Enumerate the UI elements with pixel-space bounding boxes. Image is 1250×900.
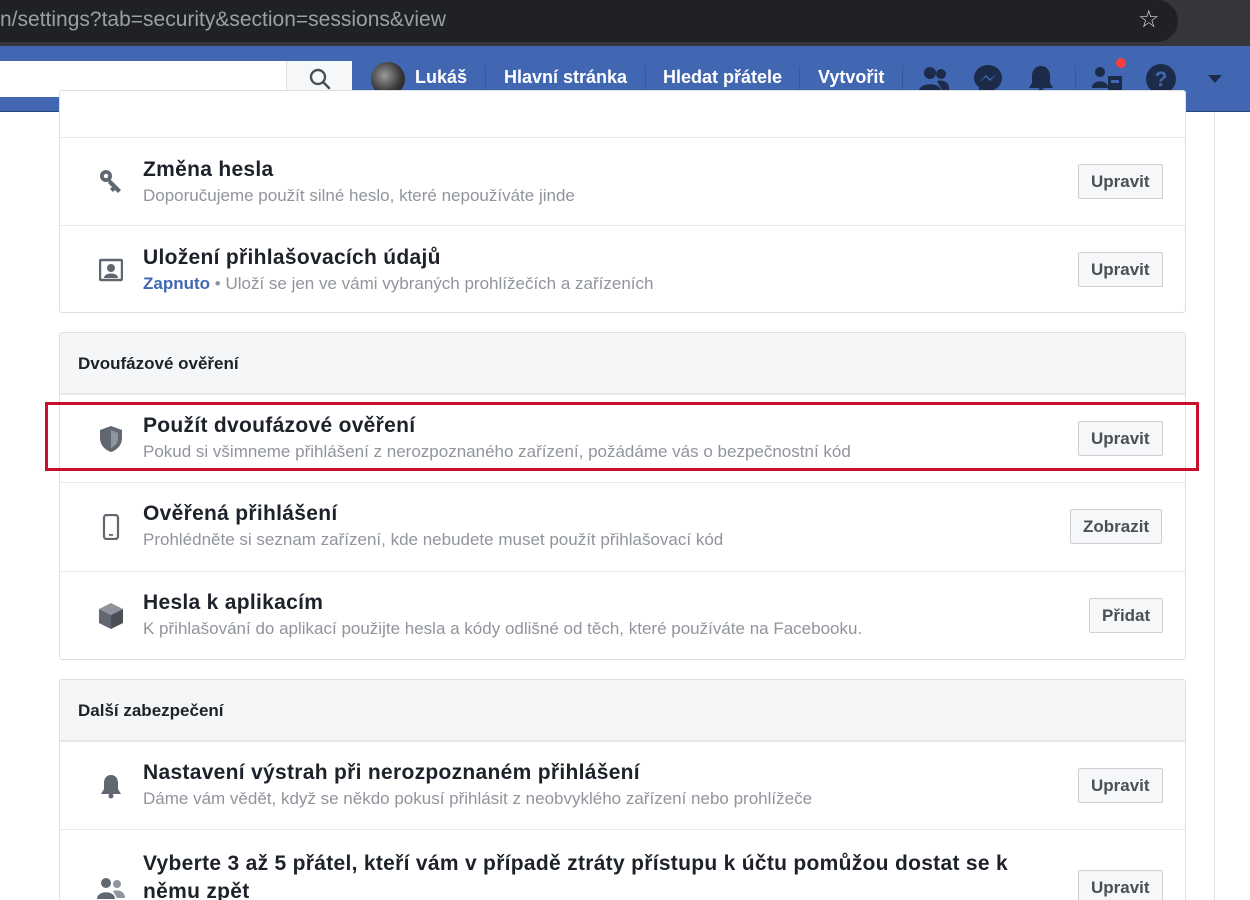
two-factor-card: Dvoufázové ověření Použít dvoufázové ově… <box>59 332 1186 660</box>
change-password-row: Změna hesla Doporučujeme použít silné he… <box>60 137 1185 225</box>
trusted-contacts-row: Vyberte 3 až 5 přátel, kteří vám v přípa… <box>60 829 1185 900</box>
key-icon <box>96 166 126 196</box>
dropdown-arrow-icon[interactable] <box>1198 62 1232 96</box>
cube-icon <box>96 601 126 631</box>
row-subtitle-text: • Uloží se jen ve vámi vybraných prohlíž… <box>210 274 654 293</box>
find-friends-link[interactable]: Hledat přátele <box>663 67 782 88</box>
friends-icon <box>96 873 126 900</box>
edit-button[interactable]: Upravit <box>1078 252 1163 287</box>
row-title: Změna hesla <box>143 158 274 181</box>
nav-divider <box>902 66 903 92</box>
home-link[interactable]: Hlavní stránka <box>504 67 627 88</box>
nav-divider <box>485 66 486 92</box>
edit-button[interactable]: Upravit <box>1078 870 1163 900</box>
section-header: Další zabezpečení <box>60 680 1185 741</box>
phone-icon <box>96 512 126 542</box>
bell-icon <box>96 771 126 801</box>
row-subtitle: Dáme vám vědět, když se někdo pokusí při… <box>143 789 813 808</box>
svg-text:?: ? <box>1155 68 1168 91</box>
url-text[interactable]: n/settings?tab=security&section=sessions… <box>0 8 446 32</box>
row-subtitle: Prohlédněte si seznam zařízení, kde nebu… <box>143 530 724 549</box>
app-passwords-row: Hesla k aplikacím K přihlašování do apli… <box>60 571 1185 660</box>
profile-card-icon <box>96 255 126 285</box>
edit-button[interactable]: Upravit <box>1078 421 1163 456</box>
row-title: Použít dvoufázové ověření <box>143 414 416 437</box>
search-icon <box>309 68 330 90</box>
use-two-factor-row: Použít dvoufázové ověření Pokud si všimn… <box>60 394 1185 482</box>
view-button[interactable]: Zobrazit <box>1070 509 1163 544</box>
address-bar[interactable]: n/settings?tab=security&section=sessions… <box>0 0 1178 42</box>
row-title: Vyberte 3 až 5 přátel, kteří vám v přípa… <box>143 852 1008 900</box>
login-card: Změna hesla Doporučujeme použít silné he… <box>59 90 1186 313</box>
row-subtitle: Doporučujeme použít silné heslo, které n… <box>143 186 575 205</box>
right-column-border <box>1214 112 1215 900</box>
browser-toolbar: n/settings?tab=security&section=sessions… <box>0 0 1250 46</box>
section-title: Dvoufázové ověření <box>78 354 239 373</box>
row-title: Hesla k aplikacím <box>143 591 324 614</box>
row-title: Uložení přihlašovacích údajů <box>143 246 441 269</box>
authorized-logins-row: Ověřená přihlášení Prohlédněte si seznam… <box>60 482 1185 571</box>
bookmark-star-icon[interactable]: ☆ <box>1138 7 1160 33</box>
edit-button[interactable]: Upravit <box>1078 164 1163 199</box>
row-title: Nastavení výstrah při nerozpoznaném přih… <box>143 761 640 784</box>
section-header: Dvoufázové ověření <box>60 333 1185 394</box>
shield-icon <box>96 424 126 454</box>
save-login-row: Uložení přihlašovacích údajů Zapnuto • U… <box>60 225 1185 314</box>
section-title: Další zabezpečení <box>78 701 224 720</box>
row-subtitle: Zapnuto • Uloží se jen ve vámi vybraných… <box>143 274 653 294</box>
login-alerts-row: Nastavení výstrah při nerozpoznaném přih… <box>60 741 1185 829</box>
notification-badge <box>1114 56 1128 70</box>
row-subtitle: Pokud si všimneme přihlášení z nerozpozn… <box>143 442 851 461</box>
status-on-label: Zapnuto <box>143 274 211 293</box>
nav-divider <box>799 66 800 92</box>
profile-link[interactable]: Lukáš <box>415 67 467 88</box>
edit-button[interactable]: Upravit <box>1078 768 1163 803</box>
add-button[interactable]: Přidat <box>1089 598 1164 633</box>
row-subtitle: K přihlašování do aplikací použijte hesl… <box>143 619 863 638</box>
nav-divider <box>645 66 646 92</box>
extra-security-card: Další zabezpečení Nastavení výstrah při … <box>59 679 1186 900</box>
create-link[interactable]: Vytvořit <box>818 67 884 88</box>
row-title: Ověřená přihlášení <box>143 502 338 525</box>
nav-divider <box>1075 66 1076 92</box>
